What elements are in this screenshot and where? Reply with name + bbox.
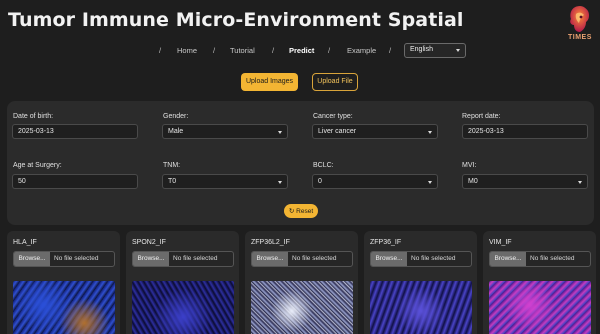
file-status: No file selected bbox=[292, 255, 337, 262]
chevron-down-icon bbox=[578, 181, 582, 184]
report-date-label: Report date: bbox=[462, 113, 501, 120]
if-image-thumbnail bbox=[13, 281, 115, 334]
file-status: No file selected bbox=[173, 255, 218, 262]
cancer-type-label: Cancer type: bbox=[313, 113, 353, 120]
mvi-select[interactable]: M0 bbox=[462, 174, 588, 189]
cancer-type-value: Liver cancer bbox=[318, 128, 357, 135]
card-title: HLA_IF bbox=[13, 239, 37, 246]
file-input[interactable]: Browse... No file selected bbox=[489, 251, 591, 267]
bclc-label: BCLC: bbox=[313, 162, 334, 169]
age-at-surgery-field[interactable]: 50 bbox=[12, 174, 138, 189]
browse-button[interactable]: Browse... bbox=[133, 252, 169, 266]
language-value: English bbox=[410, 46, 433, 53]
upload-images-button[interactable]: Upload Images bbox=[241, 73, 298, 91]
bclc-value: 0 bbox=[318, 178, 322, 185]
gender-select[interactable]: Male bbox=[162, 124, 288, 139]
card-title: SPON2_IF bbox=[132, 239, 166, 246]
if-image-thumbnail bbox=[370, 281, 472, 334]
file-input[interactable]: Browse... No file selected bbox=[132, 251, 234, 267]
upload-card-hla: HLA_IF Browse... No file selected bbox=[7, 231, 120, 334]
file-status: No file selected bbox=[54, 255, 99, 262]
card-title: ZFP36L2_IF bbox=[251, 239, 290, 246]
chevron-down-icon bbox=[428, 131, 432, 134]
tnm-value: T0 bbox=[168, 178, 177, 185]
nav-tutorial[interactable]: Tutorial bbox=[230, 46, 255, 55]
if-image-thumbnail bbox=[489, 281, 591, 334]
chevron-down-icon bbox=[278, 131, 282, 134]
upload-card-vim: VIM_IF Browse... No file selected bbox=[483, 231, 596, 334]
language-select[interactable]: English bbox=[404, 43, 466, 58]
logo-text: TIMES bbox=[568, 34, 592, 41]
browse-button[interactable]: Browse... bbox=[490, 252, 526, 266]
upload-card-zfp36l2: ZFP36L2_IF Browse... No file selected bbox=[245, 231, 358, 334]
reset-button[interactable]: ↻ Reset bbox=[284, 204, 318, 218]
nav-separator: / bbox=[328, 46, 331, 55]
nav-separator: / bbox=[389, 46, 392, 55]
chevron-down-icon bbox=[278, 181, 282, 184]
nav-separator: / bbox=[159, 46, 162, 55]
chevron-down-icon bbox=[428, 181, 432, 184]
age-at-surgery-label: Age at Surgery: bbox=[13, 162, 62, 169]
tnm-label: TNM: bbox=[163, 162, 181, 169]
gender-label: Gender: bbox=[163, 113, 189, 120]
dob-value: 2025-03-13 bbox=[18, 128, 54, 135]
file-input[interactable]: Browse... No file selected bbox=[13, 251, 115, 267]
nav-example[interactable]: Example bbox=[347, 46, 376, 55]
upload-file-button[interactable]: Upload File bbox=[312, 73, 358, 91]
card-title: ZFP36_IF bbox=[370, 239, 402, 246]
file-input[interactable]: Browse... No file selected bbox=[370, 251, 472, 267]
card-title: VIM_IF bbox=[489, 239, 512, 246]
tnm-select[interactable]: T0 bbox=[162, 174, 288, 189]
file-status: No file selected bbox=[411, 255, 456, 262]
mvi-value: M0 bbox=[468, 178, 478, 185]
nav-separator: / bbox=[213, 46, 216, 55]
bclc-select[interactable]: 0 bbox=[312, 174, 438, 189]
file-input[interactable]: Browse... No file selected bbox=[251, 251, 353, 267]
browse-button[interactable]: Browse... bbox=[252, 252, 288, 266]
cancer-type-select[interactable]: Liver cancer bbox=[312, 124, 438, 139]
upload-card-spon2: SPON2_IF Browse... No file selected bbox=[126, 231, 239, 334]
nav-predict[interactable]: Predict bbox=[289, 46, 314, 55]
age-at-surgery-value: 50 bbox=[18, 178, 26, 185]
dob-label: Date of birth: bbox=[13, 113, 54, 120]
report-date-value: 2025-03-13 bbox=[468, 128, 504, 135]
upload-card-zfp36: ZFP36_IF Browse... No file selected bbox=[364, 231, 477, 334]
nav-home[interactable]: Home bbox=[177, 46, 197, 55]
reset-label: Reset bbox=[296, 208, 314, 215]
gender-value: Male bbox=[168, 128, 184, 135]
dob-field[interactable]: 2025-03-13 bbox=[12, 124, 138, 139]
browse-button[interactable]: Browse... bbox=[14, 252, 50, 266]
report-date-field[interactable]: 2025-03-13 bbox=[462, 124, 588, 139]
if-image-thumbnail bbox=[132, 281, 234, 334]
if-image-thumbnail bbox=[251, 281, 353, 334]
chevron-down-icon bbox=[456, 49, 460, 52]
browse-button[interactable]: Browse... bbox=[371, 252, 407, 266]
nav-separator: / bbox=[272, 46, 275, 55]
refresh-icon: ↻ bbox=[288, 207, 295, 215]
mvi-label: MVI: bbox=[462, 162, 477, 169]
page-title: Tumor Immune Micro-Environment Spatial bbox=[8, 9, 464, 31]
file-status: No file selected bbox=[530, 255, 575, 262]
